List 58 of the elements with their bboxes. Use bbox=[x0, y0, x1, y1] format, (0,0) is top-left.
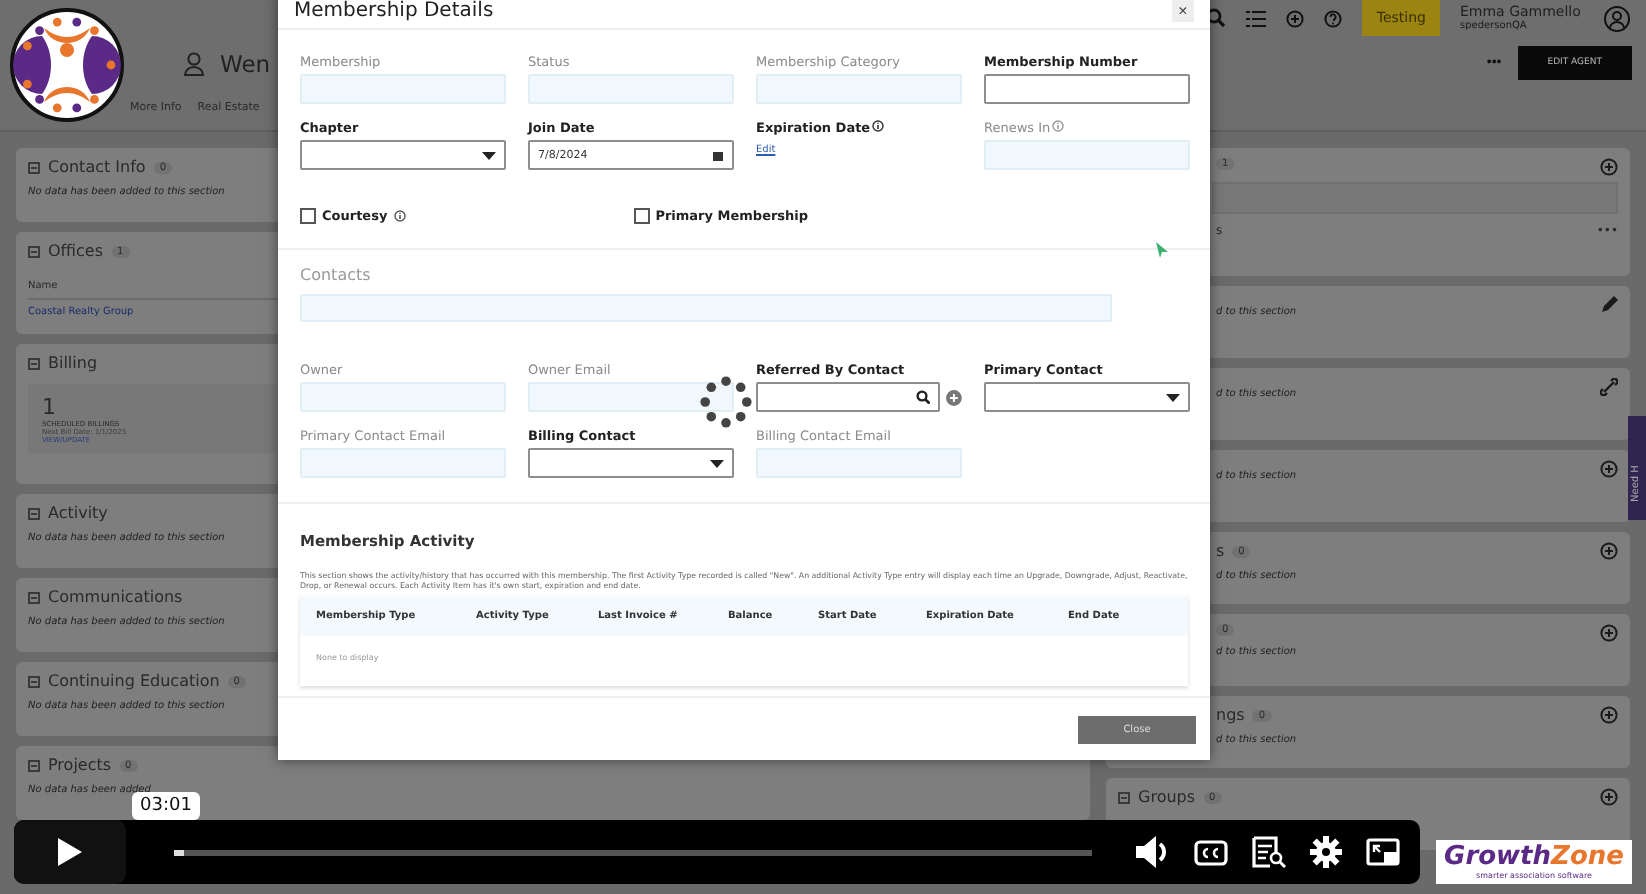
billing-count: 1 bbox=[42, 394, 58, 420]
section-title: Offices bbox=[48, 242, 104, 260]
modal-title: Membership Details bbox=[294, 0, 494, 22]
logo-icon bbox=[10, 8, 124, 122]
brand-name: Zone bbox=[1551, 844, 1624, 870]
user-avatar-icon[interactable] bbox=[1604, 5, 1630, 31]
section-title: s bbox=[1216, 542, 1225, 560]
pencil-icon[interactable] bbox=[1600, 296, 1618, 314]
settings-icon[interactable] bbox=[1310, 836, 1342, 868]
caret-icon bbox=[1166, 393, 1180, 401]
caret-icon bbox=[710, 459, 724, 467]
search-icon[interactable] bbox=[1206, 8, 1227, 28]
dropdown[interactable] bbox=[528, 448, 734, 478]
section-title: Projects bbox=[48, 756, 112, 774]
add-icon[interactable] bbox=[1600, 788, 1618, 806]
captions-icon[interactable] bbox=[1194, 839, 1228, 865]
dropdown[interactable] bbox=[984, 382, 1190, 412]
section-title: Groups bbox=[1138, 788, 1196, 806]
list-icon[interactable] bbox=[1246, 9, 1267, 27]
cursor-icon bbox=[1156, 242, 1168, 258]
brand-name: Growth bbox=[1444, 844, 1552, 870]
play-button[interactable] bbox=[14, 820, 126, 884]
time-tooltip: 03:01 bbox=[132, 792, 200, 820]
add-icon[interactable] bbox=[1600, 706, 1618, 724]
collapse-icon[interactable] bbox=[1118, 791, 1130, 803]
record-name: Wen bbox=[220, 49, 271, 77]
section-title: Continuing Education bbox=[48, 672, 220, 690]
collapse-icon[interactable] bbox=[28, 591, 40, 603]
search-field[interactable] bbox=[756, 382, 941, 412]
section-title: Billing bbox=[48, 354, 98, 372]
search-icon bbox=[916, 390, 931, 404]
volume-icon[interactable] bbox=[1136, 836, 1170, 868]
add-icon[interactable] bbox=[1600, 460, 1618, 478]
caret-icon bbox=[482, 151, 496, 159]
add-icon[interactable] bbox=[1286, 9, 1305, 27]
collapse-icon[interactable] bbox=[28, 357, 40, 369]
loading-spinner-icon bbox=[700, 376, 752, 428]
collapse-icon[interactable] bbox=[28, 161, 40, 173]
section-title: Contact Info bbox=[48, 158, 146, 176]
collapse-icon[interactable] bbox=[28, 675, 40, 687]
picture-in-picture-icon[interactable] bbox=[1366, 837, 1400, 867]
dropdown[interactable] bbox=[300, 140, 506, 170]
input-field[interactable] bbox=[984, 74, 1190, 104]
close-button[interactable]: × bbox=[1172, 0, 1194, 22]
transcript-icon[interactable] bbox=[1252, 836, 1286, 868]
section-title: ngs bbox=[1216, 706, 1245, 724]
progress-track[interactable] bbox=[174, 849, 1092, 855]
help-icon[interactable] bbox=[1324, 9, 1343, 27]
section-title: Activity bbox=[48, 504, 108, 522]
add-icon[interactable] bbox=[1600, 542, 1618, 560]
add-icon[interactable] bbox=[1600, 624, 1618, 642]
play-icon bbox=[58, 838, 82, 866]
person-icon bbox=[184, 51, 204, 75]
collapse-icon[interactable] bbox=[28, 759, 40, 771]
section-title: Communications bbox=[48, 588, 183, 606]
collapse-icon[interactable] bbox=[28, 245, 40, 257]
collapse-icon[interactable] bbox=[28, 507, 40, 519]
add-icon[interactable] bbox=[1600, 158, 1618, 176]
